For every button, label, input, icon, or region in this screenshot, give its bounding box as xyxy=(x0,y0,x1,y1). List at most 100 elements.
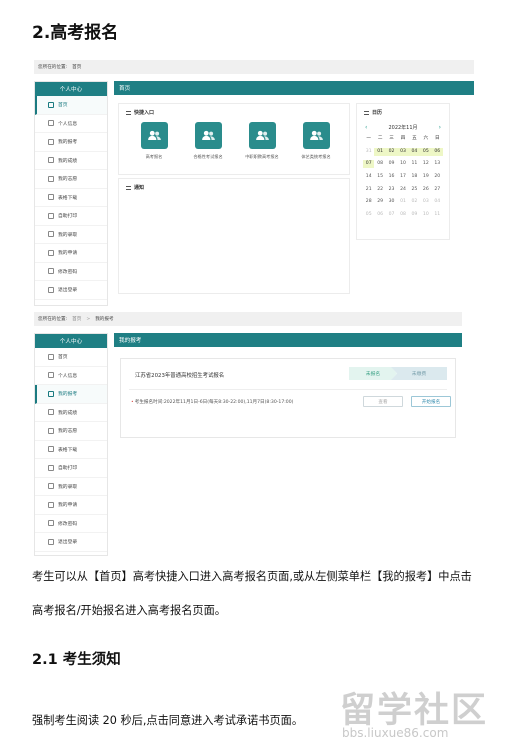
sidebar-item-label: 首页 xyxy=(58,355,68,361)
calendar-day[interactable]: 11 xyxy=(432,211,443,219)
quick-entry-item[interactable]: 高考报名 xyxy=(127,122,181,160)
sidebar-item[interactable]: 我的志愿 xyxy=(35,170,107,189)
sidebar-item[interactable]: 修改密码 xyxy=(35,515,107,533)
calendar-day[interactable]: 01 xyxy=(397,198,408,206)
sidebar-item[interactable]: 自助打印 xyxy=(35,207,107,226)
calendar-weekday: 四 xyxy=(400,136,406,141)
calendar-day[interactable]: 25 xyxy=(409,186,420,194)
sidebar-item[interactable]: 我的录取 xyxy=(35,478,107,496)
start-enroll-button[interactable]: 开始报名 xyxy=(411,396,451,407)
menu-item-icon xyxy=(48,483,54,490)
calendar-day[interactable]: 30 xyxy=(386,198,397,206)
sidebar-item[interactable]: 修改密码 xyxy=(35,263,107,281)
sidebar-item-label: 我的录取 xyxy=(58,232,78,238)
menu-item-icon xyxy=(48,138,54,145)
sidebar-item[interactable]: 我的志愿 xyxy=(35,422,107,441)
sidebar-item[interactable]: 首页 xyxy=(35,96,107,115)
sidebar-item-label: 我的报考 xyxy=(58,392,78,398)
sidebar-item[interactable]: 我的报考 xyxy=(35,133,107,152)
calendar-day[interactable]: 20 xyxy=(432,173,443,181)
notice-title: 通知 xyxy=(134,185,145,191)
calendar-day[interactable]: 02 xyxy=(409,198,420,206)
sidebar-item[interactable]: 我的申请 xyxy=(35,496,107,515)
calendar-day[interactable]: 12 xyxy=(420,160,431,168)
sidebar-item-label: 我的录取 xyxy=(58,484,78,490)
breadcrumb-home[interactable]: 首页 xyxy=(72,316,81,322)
calendar-day[interactable]: 23 xyxy=(386,186,397,194)
prev-month-button[interactable]: ‹ xyxy=(365,124,367,131)
calendar-day[interactable]: 22 xyxy=(374,186,385,194)
subsection-heading: 2.1 考生须知 xyxy=(32,652,121,668)
sidebar-item[interactable]: 个人信息 xyxy=(35,115,107,133)
calendar-day[interactable]: 03 xyxy=(420,198,431,206)
sidebar-item-label: 个人信息 xyxy=(58,373,78,379)
menu-item-icon xyxy=(48,249,54,256)
menu-icon xyxy=(364,110,369,115)
sidebar-item[interactable]: 退出登录 xyxy=(35,281,107,300)
sidebar-item[interactable]: 个人信息 xyxy=(35,367,107,385)
calendar-day[interactable]: 02 xyxy=(385,147,398,156)
calendar-day[interactable]: 05 xyxy=(420,147,432,156)
calendar-day[interactable]: 04 xyxy=(408,147,421,156)
calendar-day[interactable]: 26 xyxy=(420,186,431,194)
sidebar-item-label: 我的成绩 xyxy=(58,410,78,416)
calendar-day[interactable]: 11 xyxy=(409,160,420,168)
calendar-day[interactable]: 06 xyxy=(374,211,385,219)
sidebar-item[interactable]: 表格下载 xyxy=(35,189,107,207)
quick-entry-item[interactable]: 体艺类统考报名 xyxy=(289,122,343,160)
calendar-day[interactable]: 24 xyxy=(397,186,408,194)
calendar-day[interactable]: 21 xyxy=(363,186,374,194)
calendar-day[interactable]: 14 xyxy=(363,173,374,181)
calendar-day[interactable]: 19 xyxy=(420,173,431,181)
calendar-day[interactable]: 06 xyxy=(431,147,443,156)
sidebar-item[interactable]: 表格下载 xyxy=(35,441,107,459)
menu-item-icon xyxy=(48,212,54,219)
sidebar-item[interactable]: 我的申请 xyxy=(35,244,107,263)
calendar-day[interactable]: 08 xyxy=(397,211,408,219)
quick-entry-item[interactable]: 中职职教高考报名 xyxy=(235,122,289,160)
view-button[interactable]: 查看 xyxy=(363,396,403,407)
sidebar-item[interactable]: 我的报考 xyxy=(35,385,107,404)
calendar-day[interactable]: 07 xyxy=(363,160,375,169)
quick-entry-item[interactable]: 合格性考试报名 xyxy=(181,122,235,160)
breadcrumb-prefix: 您所在的位置: xyxy=(38,317,68,322)
calendar-day[interactable]: 10 xyxy=(420,211,431,219)
calendar-day[interactable]: 05 xyxy=(363,211,374,219)
main-header: 首页 xyxy=(114,81,474,95)
calendar-day[interactable]: 31 xyxy=(363,148,374,156)
sidebar-item[interactable]: 退出登录 xyxy=(35,533,107,552)
calendar-weekday: 五 xyxy=(412,136,417,141)
breadcrumb-prefix: 您所在的位置: xyxy=(38,65,68,70)
sidebar-item[interactable]: 我的成绩 xyxy=(35,404,107,422)
next-month-button[interactable]: › xyxy=(439,124,441,131)
sidebar-item[interactable]: 我的录取 xyxy=(35,226,107,244)
progress-steps: 未报名 未缴费 xyxy=(349,367,447,380)
calendar-day[interactable]: 13 xyxy=(432,160,443,168)
users-icon xyxy=(140,122,168,149)
calendar-day[interactable]: 28 xyxy=(363,198,374,206)
calendar-day[interactable]: 09 xyxy=(409,211,420,219)
sidebar-item-label: 自助打印 xyxy=(58,214,78,220)
calendar-day[interactable]: 09 xyxy=(386,160,397,168)
watermark: 留学社区 bbs.liuxue86.com xyxy=(336,682,508,750)
breadcrumb: 您所在的位置: 首页 > 我的报考 xyxy=(34,312,462,326)
calendar-day[interactable]: 15 xyxy=(374,173,385,181)
sidebar-item[interactable]: 我的成绩 xyxy=(35,152,107,170)
paragraph-line-1: 考生可以从【首页】高考快捷入口进入高考报名页面,或从左侧菜单栏【我的报考】中点击 xyxy=(32,570,472,583)
calendar-day[interactable]: 01 xyxy=(374,147,386,156)
sidebar-item[interactable]: 首页 xyxy=(35,348,107,367)
calendar-day[interactable]: 10 xyxy=(397,160,408,168)
calendar-day[interactable]: 29 xyxy=(374,198,385,206)
users-icon xyxy=(194,122,222,149)
sidebar-item[interactable]: 自助打印 xyxy=(35,459,107,478)
calendar-day[interactable]: 07 xyxy=(386,211,397,219)
breadcrumb-current[interactable]: 首页 xyxy=(72,64,81,70)
calendar-day[interactable]: 16 xyxy=(386,173,397,181)
calendar-day[interactable]: 18 xyxy=(409,173,420,181)
calendar-day[interactable]: 27 xyxy=(432,186,443,194)
calendar-day[interactable]: 04 xyxy=(432,198,443,206)
sidebar-item-label: 我的申请 xyxy=(58,503,78,509)
calendar-day[interactable]: 08 xyxy=(374,160,385,168)
calendar-day[interactable]: 03 xyxy=(397,147,409,156)
calendar-day[interactable]: 17 xyxy=(397,173,408,181)
